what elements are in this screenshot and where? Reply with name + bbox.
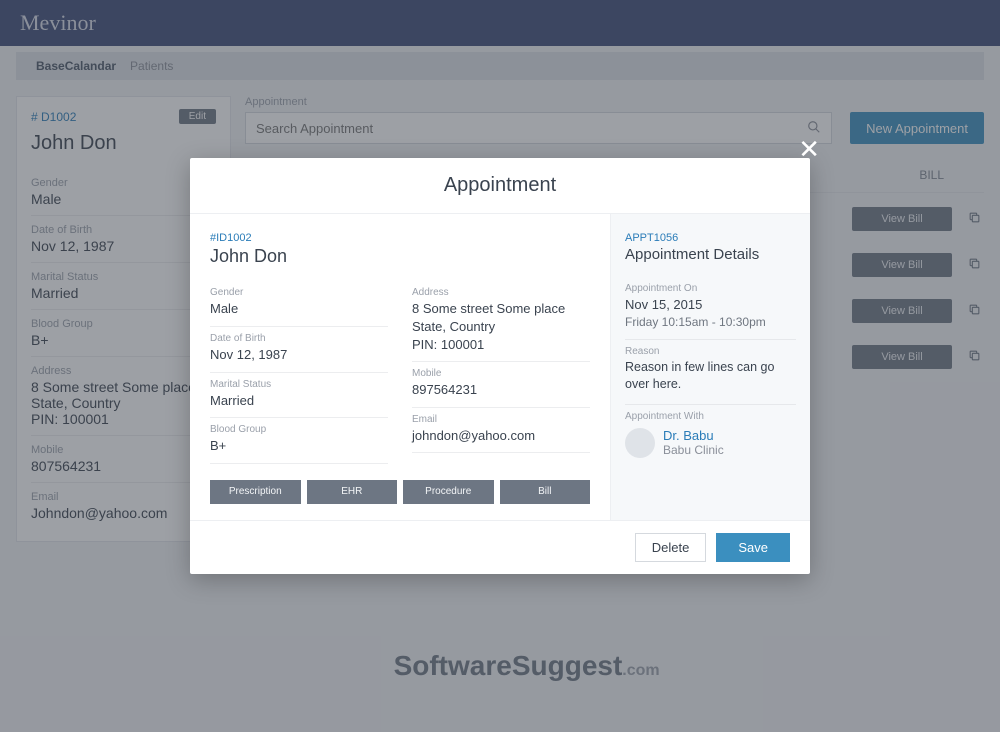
modal-patient-id[interactable]: #ID1002 <box>210 232 590 244</box>
modal-field: Date of Birth Nov 12, 1987 <box>210 327 388 373</box>
field-label: Email <box>412 414 590 425</box>
field-label: Mobile <box>412 368 590 379</box>
field-label: Date of Birth <box>210 333 388 344</box>
tab-ehr[interactable]: EHR <box>307 480 398 504</box>
appointment-id[interactable]: APPT1056 <box>625 232 796 244</box>
modal-field: Blood Group B+ <box>210 418 388 464</box>
appointment-date: Nov 15, 2015 <box>625 296 796 314</box>
close-icon[interactable]: ✕ <box>798 134 820 165</box>
field-value: Married <box>210 392 388 410</box>
modal-field: Mobile 897564231 <box>412 362 590 408</box>
field-value: 897564231 <box>412 381 590 399</box>
appointment-time: Friday 10:15am - 10:30pm <box>625 315 796 329</box>
appointment-on-label: Appointment On <box>625 283 796 294</box>
modal-field: Gender Male <box>210 281 388 327</box>
appointment-details-title: Appointment Details <box>625 246 796 263</box>
field-label: Blood Group <box>210 424 388 435</box>
delete-button[interactable]: Delete <box>635 533 707 562</box>
field-value: johndon@yahoo.com <box>412 427 590 445</box>
modal-footer: Delete Save <box>190 520 810 574</box>
field-value: Nov 12, 1987 <box>210 346 388 364</box>
reason-text: Reason in few lines can go over here. <box>625 359 796 394</box>
field-label: Gender <box>210 287 388 298</box>
field-value: B+ <box>210 437 388 455</box>
appointment-modal: ✕ Appointment #ID1002 John Don GenderMal… <box>190 158 810 573</box>
modal-right: APPT1056 Appointment Details Appointment… <box>610 214 810 519</box>
modal-title: Appointment <box>190 158 810 214</box>
field-label: Marital Status <box>210 379 388 390</box>
tab-procedure[interactable]: Procedure <box>403 480 494 504</box>
tab-bill[interactable]: Bill <box>500 480 591 504</box>
field-value: Male <box>210 300 388 318</box>
modal-field: Address 8 Some street Some place State, C… <box>412 281 590 362</box>
appointment-with-label: Appointment With <box>625 411 796 422</box>
tab-prescription[interactable]: Prescription <box>210 480 301 504</box>
modal-left: #ID1002 John Don Gender Male Date of Birth… <box>190 214 610 519</box>
field-value: 8 Some street Some place State, Country … <box>412 300 590 353</box>
modal-field: Email johndon@yahoo.com <box>412 408 590 454</box>
reason-label: Reason <box>625 346 796 357</box>
avatar <box>625 428 655 458</box>
modal-overlay[interactable]: ✕ Appointment #ID1002 John Don Gender Mal… <box>0 0 1000 732</box>
modal-patient-name: John Don <box>210 246 590 267</box>
clinic-name: Babu Clinic <box>663 443 724 457</box>
modal-field: Marital Status Married <box>210 373 388 419</box>
doctor-name[interactable]: Dr. Babu <box>663 428 724 443</box>
save-button[interactable]: Save <box>716 533 790 562</box>
field-label: Address <box>412 287 590 298</box>
